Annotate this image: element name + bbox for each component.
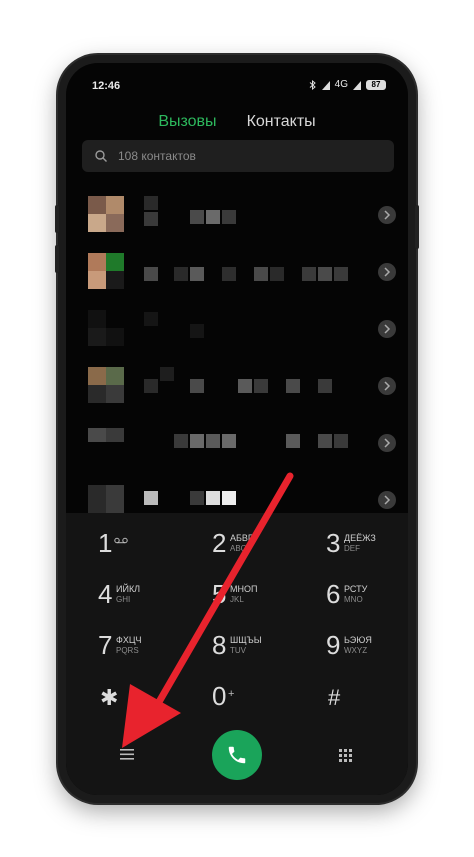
volume-down-button [55, 245, 59, 273]
volume-up-button [55, 205, 59, 233]
status-icons: 4G 87 [309, 79, 386, 90]
chevron-right-icon[interactable] [378, 320, 396, 338]
key-letters: ФХЦЧ [116, 635, 142, 645]
key-digit: 6 [326, 579, 341, 609]
key-9[interactable]: 9 ЬЭЮЯ WXYZ [294, 627, 408, 678]
contact-row[interactable] [66, 359, 408, 416]
key-digit: 3 [326, 528, 341, 558]
avatar [88, 481, 124, 517]
key-digit: 8 [212, 630, 227, 660]
signal-icon-2 [353, 80, 361, 90]
signal-icon [321, 80, 330, 90]
chevron-right-icon[interactable] [378, 434, 396, 452]
menu-icon[interactable] [120, 749, 134, 760]
screen: 12:46 4G 87 Вызовы Контакты 108 контакто… [66, 63, 408, 795]
search-icon [95, 150, 107, 162]
chevron-right-icon[interactable] [378, 206, 396, 224]
key-latin: GHI [116, 595, 131, 604]
status-bar: 12:46 4G 87 [66, 77, 408, 95]
key-letters: ДЕЁЖЗ [344, 533, 376, 543]
avatar [88, 367, 124, 403]
key-7[interactable]: 7 ФХЦЧ PQRS [66, 627, 180, 678]
key-letters: ИЙКЛ [116, 584, 141, 594]
avatar [88, 424, 124, 460]
contact-row[interactable] [66, 188, 408, 245]
key-digit: 2 [212, 528, 227, 558]
key-latin: PQRS [116, 646, 139, 655]
key-5[interactable]: 5 МНОП JKL [180, 576, 294, 627]
key-hash[interactable]: # [294, 678, 408, 729]
chevron-right-icon[interactable] [378, 491, 396, 509]
key-latin: WXYZ [344, 646, 368, 655]
tab-bar: Вызовы Контакты [66, 113, 408, 131]
key-8[interactable]: 8 ШЩЪЫ TUV [180, 627, 294, 678]
key-star[interactable]: ✱ [66, 678, 180, 729]
avatar [88, 196, 124, 232]
dialer-bottom-bar [66, 725, 408, 785]
key-digit: # [328, 685, 341, 710]
key-latin: TUV [230, 646, 246, 655]
key-digit: 0 [212, 681, 227, 711]
dialpad-grid-icon[interactable] [339, 749, 352, 762]
search-input[interactable]: 108 контактов [118, 149, 196, 163]
avatar [88, 253, 124, 289]
key-3[interactable]: 3 ДЕЁЖЗ DEF [294, 525, 408, 576]
key-digit: ✱ [100, 685, 119, 710]
key-latin: DEF [344, 544, 360, 553]
key-digit: 5 [212, 579, 227, 609]
phone-frame: 12:46 4G 87 Вызовы Контакты 108 контакто… [55, 55, 419, 803]
key-letters: ЬЭЮЯ [344, 635, 372, 645]
status-time: 12:46 [92, 80, 121, 92]
dialpad: 1 2 АБВГ ABC 3 ДЕЁЖЗ DEF 4 ИЙКЛ GHI 5 МН… [66, 513, 408, 795]
chevron-right-icon[interactable] [378, 377, 396, 395]
phone-icon [228, 746, 246, 764]
key-latin: JKL [230, 595, 244, 604]
search-bar[interactable]: 108 контактов [82, 140, 394, 172]
key-letters: АБВГ [230, 533, 253, 543]
key-latin: ABC [230, 544, 247, 553]
contact-list [66, 188, 408, 530]
dialpad-keys: 1 2 АБВГ ABC 3 ДЕЁЖЗ DEF 4 ИЙКЛ GHI 5 МН… [66, 525, 408, 729]
power-button [415, 205, 419, 249]
key-letters: ШЩЪЫ [230, 635, 262, 645]
key-digit: 7 [98, 630, 113, 660]
voicemail-icon [114, 537, 128, 544]
chevron-right-icon[interactable] [378, 263, 396, 281]
contact-row[interactable] [66, 416, 408, 473]
bluetooth-icon [309, 79, 316, 90]
contact-row[interactable] [66, 302, 408, 359]
key-latin: MNO [344, 595, 363, 604]
key-letters: + [228, 688, 235, 700]
key-digit: 1 [98, 528, 113, 558]
key-letters: РСТУ [344, 584, 368, 594]
key-0[interactable]: 0 + [180, 678, 294, 729]
key-digit: 9 [326, 630, 341, 660]
key-6[interactable]: 6 РСТУ MNO [294, 576, 408, 627]
call-button[interactable] [212, 730, 262, 780]
network-type: 4G [334, 79, 348, 90]
key-2[interactable]: 2 АБВГ ABC [180, 525, 294, 576]
key-4[interactable]: 4 ИЙКЛ GHI [66, 576, 180, 627]
tab-calls[interactable]: Вызовы [158, 113, 216, 131]
key-1[interactable]: 1 [66, 525, 180, 576]
key-letters: МНОП [230, 584, 258, 594]
key-digit: 4 [98, 579, 113, 609]
contact-row[interactable] [66, 245, 408, 302]
battery-icon: 87 [366, 79, 386, 90]
avatar [88, 310, 124, 346]
tab-contacts[interactable]: Контакты [247, 113, 316, 131]
